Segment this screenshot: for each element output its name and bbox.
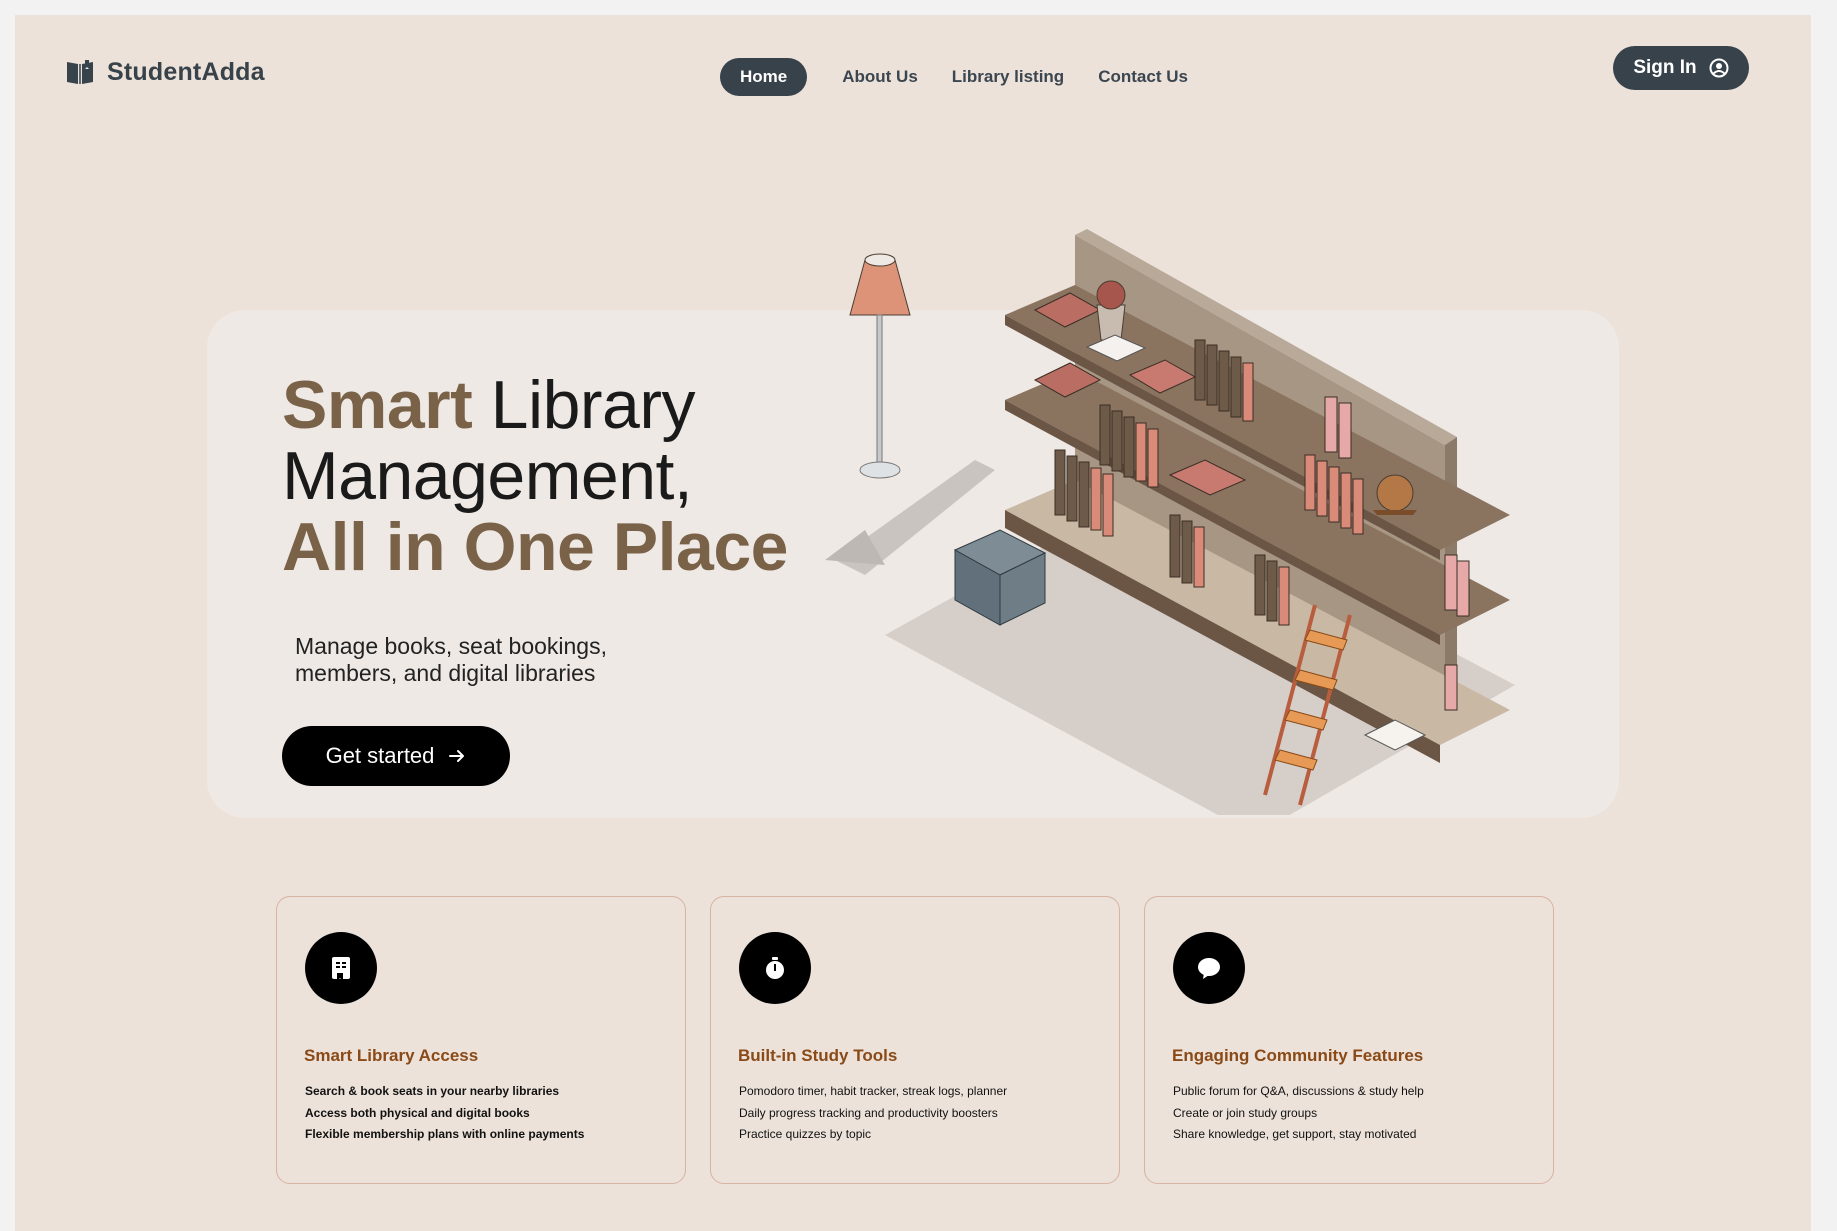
feature-list-item: Flexible membership plans with online pa…: [305, 1127, 585, 1141]
feature-list: Pomodoro timer, habit tracker, streak lo…: [739, 1081, 1007, 1146]
hero-subtitle-line-1: Manage books, seat bookings,: [295, 633, 607, 659]
brand-name: StudentAdda: [107, 57, 265, 86]
feature-list-item: Public forum for Q&A, discussions & stud…: [1173, 1084, 1424, 1098]
book-bookmark-icon: [332, 957, 350, 981]
page: StudentAdda Home About Us Library listin…: [15, 15, 1811, 1231]
stopwatch-icon: [766, 957, 784, 979]
hero-title-accent: Smart: [282, 367, 473, 443]
feature-title: Built-in Study Tools: [738, 1046, 898, 1065]
hero-title-line-1: Smart Library: [282, 370, 788, 441]
brand[interactable]: StudentAdda: [65, 57, 265, 87]
isometric-bookshelf-illustration: [825, 229, 1515, 815]
feature-card-library-access: Smart Library Access Search & book seats…: [276, 896, 686, 1184]
sign-in-label: Sign In: [1633, 57, 1697, 78]
feature-title: Smart Library Access: [304, 1046, 479, 1065]
feature-title: Engaging Community Features: [1172, 1046, 1424, 1065]
feature-list-item: Practice quizzes by topic: [739, 1127, 872, 1141]
feature-list-item: Access both physical and digital books: [305, 1105, 530, 1120]
arrow-right-icon: [449, 750, 465, 762]
feature-list-item: Daily progress tracking and productivity…: [739, 1105, 998, 1120]
open-book-icon: [67, 60, 93, 84]
feature-list: Search & book seats in your nearby libra…: [305, 1081, 584, 1146]
nav-item-contact-us[interactable]: Contact Us: [1081, 58, 1205, 96]
feature-list-item: Pomodoro timer, habit tracker, streak lo…: [739, 1084, 1008, 1098]
feature-card-community: Engaging Community Features Public forum…: [1144, 896, 1554, 1184]
feature-card-study-tools: Built-in Study Tools Pomodoro timer, hab…: [710, 896, 1120, 1184]
nav-item-home[interactable]: Home: [720, 58, 808, 96]
nav-item-library-listing[interactable]: Library listing: [935, 58, 1081, 96]
get-started-button[interactable]: Get started: [282, 726, 510, 786]
feature-icon-badge: [305, 932, 377, 1004]
hero-title-line-2: Management,: [282, 438, 693, 514]
chat-bubble-icon: [1198, 958, 1220, 979]
get-started-label: Get started: [325, 743, 435, 768]
sign-in-button[interactable]: Sign In: [1613, 46, 1749, 90]
hero-title: Smart Library Management, All in One Pla…: [282, 370, 788, 583]
hero-subtitle: Manage books, seat bookings, members, an…: [295, 633, 607, 687]
feature-list-item: Create or join study groups: [1173, 1105, 1318, 1120]
feature-list-item: Search & book seats in your nearby libra…: [305, 1084, 560, 1098]
feature-icon-badge: [1173, 932, 1245, 1004]
hero-title-rest: Library: [472, 367, 696, 443]
feature-list: Public forum for Q&A, discussions & stud…: [1173, 1081, 1424, 1146]
hero-title-line-3: All in One Place: [282, 509, 788, 585]
feature-icon-badge: [739, 932, 811, 1004]
feature-list-item: Share knowledge, get support, stay motiv…: [1173, 1127, 1417, 1141]
user-circle-icon: [1709, 58, 1729, 78]
main-nav: Home About Us Library listing Contact Us: [720, 58, 1205, 96]
nav-item-about-us[interactable]: About Us: [825, 58, 935, 96]
hero-subtitle-line-2: members, and digital libraries: [295, 660, 596, 686]
